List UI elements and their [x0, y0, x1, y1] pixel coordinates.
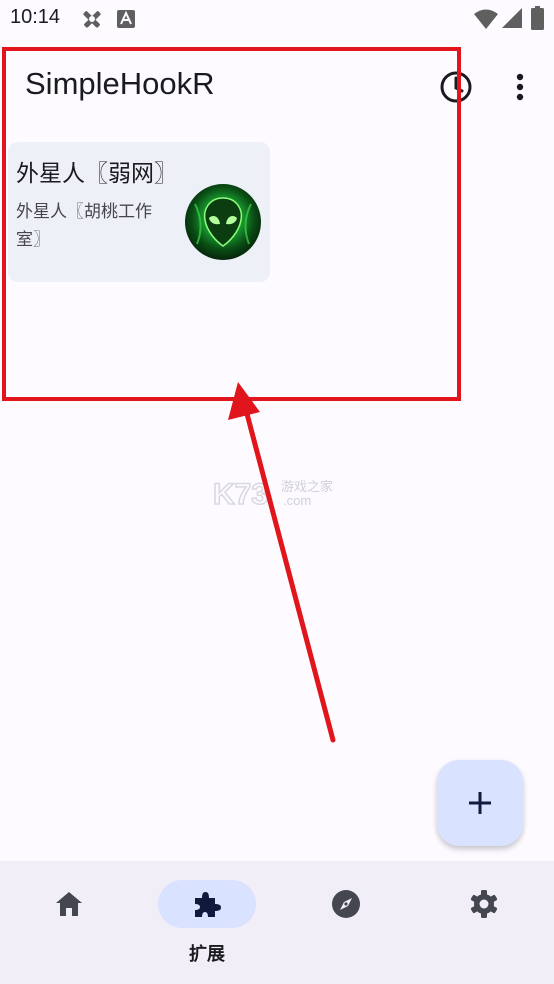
more-vert-icon	[516, 73, 524, 101]
bottom-navigation: 扩展	[0, 861, 554, 984]
nav-extensions[interactable]: 扩展	[138, 861, 276, 984]
svg-text:K73: K73	[213, 478, 268, 510]
home-icon	[56, 892, 82, 916]
explore-icon	[332, 890, 360, 918]
nav-explore[interactable]	[277, 861, 415, 984]
nav-label-extensions: 扩展	[189, 944, 225, 965]
signal-icon	[502, 8, 522, 28]
more-options-button[interactable]	[506, 67, 534, 107]
status-time: 10:14	[10, 6, 61, 28]
k73-logo: K73 游戏之家 .com	[212, 477, 333, 512]
battery-icon	[531, 6, 544, 30]
tools-icon	[83, 11, 101, 28]
nav-settings[interactable]	[415, 861, 553, 984]
add-extension-button[interactable]	[437, 760, 523, 846]
status-bar: 10:14	[0, 0, 554, 38]
nav-home[interactable]	[0, 861, 138, 984]
wifi-icon	[474, 9, 498, 29]
extension-icon	[195, 892, 221, 917]
font-icon	[117, 10, 135, 28]
highlight-box	[2, 47, 461, 401]
svg-text:.com: .com	[283, 493, 311, 508]
watermark: K73 游戏之家 .com	[212, 474, 343, 512]
settings-icon	[470, 890, 498, 918]
plus-icon	[469, 792, 491, 814]
